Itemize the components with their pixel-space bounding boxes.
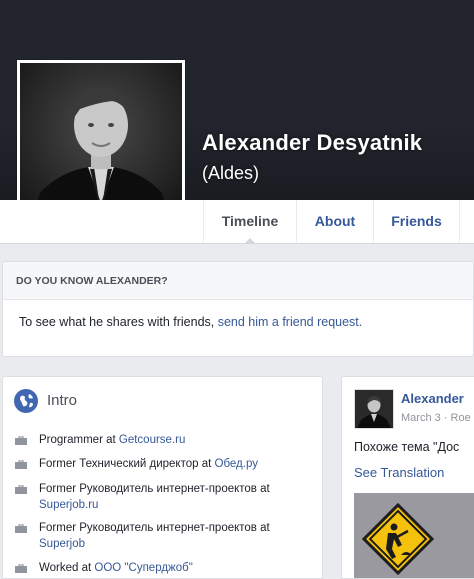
tab-about[interactable]: About bbox=[296, 200, 373, 243]
briefcase-icon bbox=[15, 524, 27, 533]
work-text: Former Технический директор at bbox=[39, 458, 215, 470]
work-text: Former Руководитель интернет-проектов at bbox=[39, 483, 270, 495]
globe-icon bbox=[14, 389, 38, 413]
work-text: Programmer at bbox=[39, 434, 119, 446]
work-text: Worked at bbox=[39, 562, 95, 574]
person-photo-icon bbox=[355, 390, 393, 428]
briefcase-icon bbox=[15, 436, 27, 445]
post-image[interactable] bbox=[354, 493, 474, 578]
post-author-avatar[interactable] bbox=[354, 389, 394, 429]
work-item: Programmer at Getcourse.ru bbox=[15, 432, 315, 448]
do-you-know-text: To see what he shares with friends, bbox=[19, 315, 218, 329]
construction-sign-icon bbox=[354, 493, 474, 578]
work-link[interactable]: Обед.ру bbox=[215, 458, 258, 470]
tab-more[interactable] bbox=[459, 200, 474, 243]
work-link[interactable]: Superjob bbox=[39, 538, 85, 550]
do-you-know-title: DO YOU KNOW ALEXANDER? bbox=[3, 262, 473, 300]
work-text: Former Руководитель интернет-проектов at bbox=[39, 522, 270, 534]
work-link[interactable]: Superjob.ru bbox=[39, 499, 98, 511]
post-author-name[interactable]: Alexander bbox=[401, 391, 464, 406]
work-link[interactable]: Getcourse.ru bbox=[119, 434, 185, 446]
work-item: Former Руководитель интернет-проектов at… bbox=[15, 481, 315, 513]
tab-timeline[interactable]: Timeline bbox=[203, 200, 296, 244]
briefcase-icon bbox=[15, 564, 27, 573]
briefcase-icon bbox=[15, 485, 27, 494]
work-item: Former Руководитель интернет-проектов at… bbox=[15, 520, 315, 552]
profile-name[interactable]: Alexander Desyatnik bbox=[202, 130, 422, 156]
post-text: Похоже тема "Дос bbox=[354, 440, 460, 454]
profile-tab-bar: Timeline About Friends bbox=[0, 200, 474, 244]
friend-request-link[interactable]: send him a friend request. bbox=[218, 315, 363, 329]
tab-friends[interactable]: Friends bbox=[373, 200, 459, 243]
intro-card: Intro Programmer at Getcourse.ru Former … bbox=[2, 376, 323, 579]
profile-alternate-name: (Aldes) bbox=[202, 163, 260, 183]
see-translation-link[interactable]: See Translation bbox=[354, 465, 444, 480]
do-you-know-card: DO YOU KNOW ALEXANDER? To see what he sh… bbox=[2, 261, 474, 357]
work-item: Worked at ООО "Суперджоб" bbox=[15, 560, 315, 576]
briefcase-icon bbox=[15, 460, 27, 469]
intro-title: Intro bbox=[47, 392, 78, 409]
work-item: Former Технический директор at Обед.ру bbox=[15, 456, 315, 472]
post-card: Alexander March 3 · Roe Похоже тема "Дос… bbox=[341, 376, 474, 579]
work-link[interactable]: ООО "Суперджоб" bbox=[94, 562, 192, 574]
post-date[interactable]: March 3 · Roe bbox=[401, 412, 471, 424]
do-you-know-body: To see what he shares with friends, send… bbox=[3, 300, 473, 329]
